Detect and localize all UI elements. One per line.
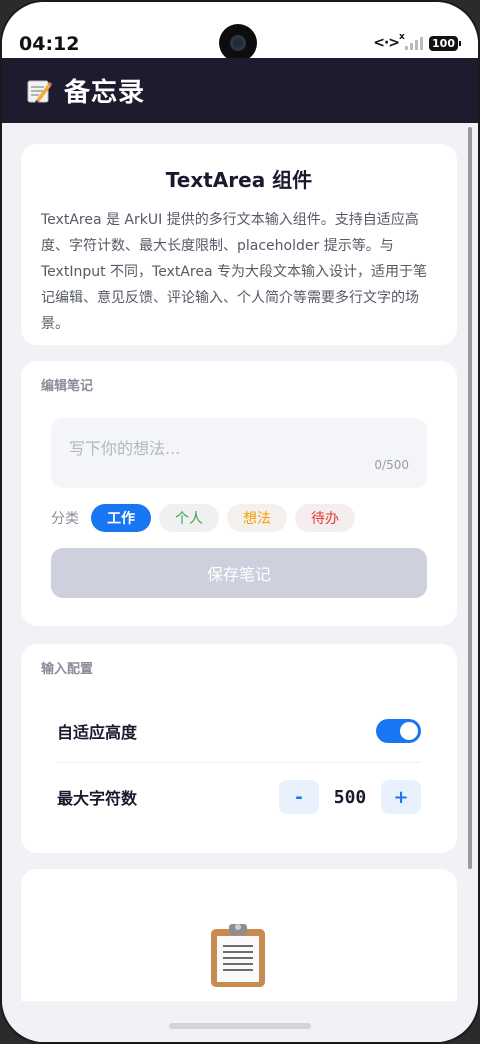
category-label: 分类 — [51, 511, 79, 527]
bottom-bar-area — [2, 1001, 478, 1042]
max-chars-label: 最大字符数 — [57, 789, 138, 808]
app-title: 备忘录 — [64, 78, 146, 108]
auto-height-label: 自适应高度 — [57, 723, 138, 742]
device-frame: 04:12 <·> x 100 备忘录 TextArea 组件 TextArea… — [0, 0, 480, 1044]
clipboard-icon — [209, 921, 267, 989]
input-config-card: 输入配置 自适应高度 最大字符数 - 500 + — [21, 644, 457, 853]
edit-note-card: 编辑笔记 写下你的想法... 0/500 分类 工作 个人 想法 待办 保存笔记 — [21, 361, 457, 626]
textarea-placeholder: 写下你的想法... — [69, 439, 181, 458]
auto-height-row: 自适应高度 — [57, 711, 421, 751]
memo-icon — [26, 78, 52, 104]
front-camera — [219, 24, 257, 62]
section-title-edit: 编辑笔记 — [41, 379, 94, 394]
char-counter: 0/500 — [374, 458, 409, 472]
auto-height-toggle[interactable] — [376, 719, 421, 743]
max-chars-value: 500 — [333, 786, 367, 808]
screen: 04:12 <·> x 100 备忘录 TextArea 组件 TextArea… — [2, 2, 478, 1042]
category-row: 分类 工作 个人 想法 待办 — [51, 504, 355, 532]
decrement-button[interactable]: - — [279, 780, 319, 814]
section-title-config: 输入配置 — [41, 662, 94, 677]
save-note-button[interactable]: 保存笔记 — [51, 548, 427, 598]
increment-button[interactable]: + — [381, 780, 421, 814]
note-textarea[interactable]: 写下你的想法... 0/500 — [51, 418, 427, 488]
scrollbar[interactable] — [468, 127, 472, 869]
max-chars-row: 最大字符数 - 500 + — [57, 777, 421, 817]
max-chars-stepper: - 500 + — [279, 780, 421, 814]
intro-card: TextArea 组件 TextArea 是 ArkUI 提供的多行文本输入组件… — [21, 144, 457, 345]
category-chip-personal[interactable]: 个人 — [159, 504, 219, 532]
category-chip-todo[interactable]: 待办 — [295, 504, 355, 532]
status-bar: 04:12 <·> x 100 — [2, 2, 478, 62]
status-time: 04:12 — [19, 33, 80, 55]
battery-icon: 100 — [429, 35, 461, 51]
scroll-content[interactable]: TextArea 组件 TextArea 是 ArkUI 提供的多行文本输入组件… — [2, 123, 478, 1042]
intro-title: TextArea 组件 — [165, 168, 313, 192]
app-header: 备忘录 — [2, 58, 478, 123]
status-icons: <·> x 100 — [373, 32, 461, 51]
intro-description: TextArea 是 ArkUI 提供的多行文本输入组件。支持自适应高度、字符计… — [41, 212, 427, 332]
signal-icon: x — [399, 32, 424, 50]
data-transfer-icon: <·> — [373, 35, 400, 51]
category-chip-idea[interactable]: 想法 — [227, 504, 287, 532]
category-chip-work[interactable]: 工作 — [91, 504, 151, 532]
divider — [57, 762, 421, 763]
home-indicator[interactable] — [169, 1023, 311, 1029]
